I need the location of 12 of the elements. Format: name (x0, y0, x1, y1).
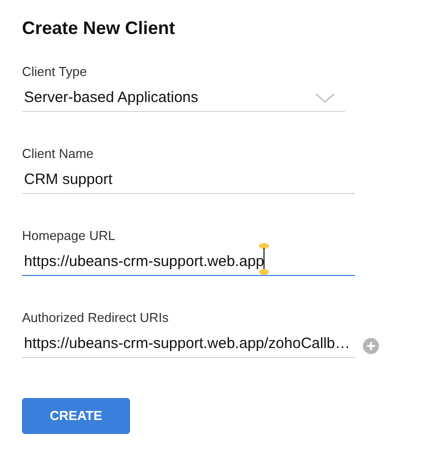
create-button[interactable]: CREATE (22, 398, 130, 434)
field-label: Client Name (22, 146, 95, 162)
input-field[interactable]: CRM support (22, 170, 355, 194)
field-label: Client Type (22, 64, 88, 80)
field-label: Homepage URL (22, 228, 116, 244)
add-icon[interactable] (363, 338, 379, 354)
dropdown-field[interactable]: Server-based Applications (22, 88, 345, 112)
input-field[interactable]: https://ubeans-crm-support.web.app/zohoCallb… (22, 334, 355, 358)
input-field[interactable]: https://ubeans-crm-support.web.app (22, 252, 355, 276)
field-label: Authorized Redirect URIs (22, 310, 170, 326)
page-title: Create New Client (22, 17, 176, 40)
chevron-down-icon (315, 93, 335, 103)
